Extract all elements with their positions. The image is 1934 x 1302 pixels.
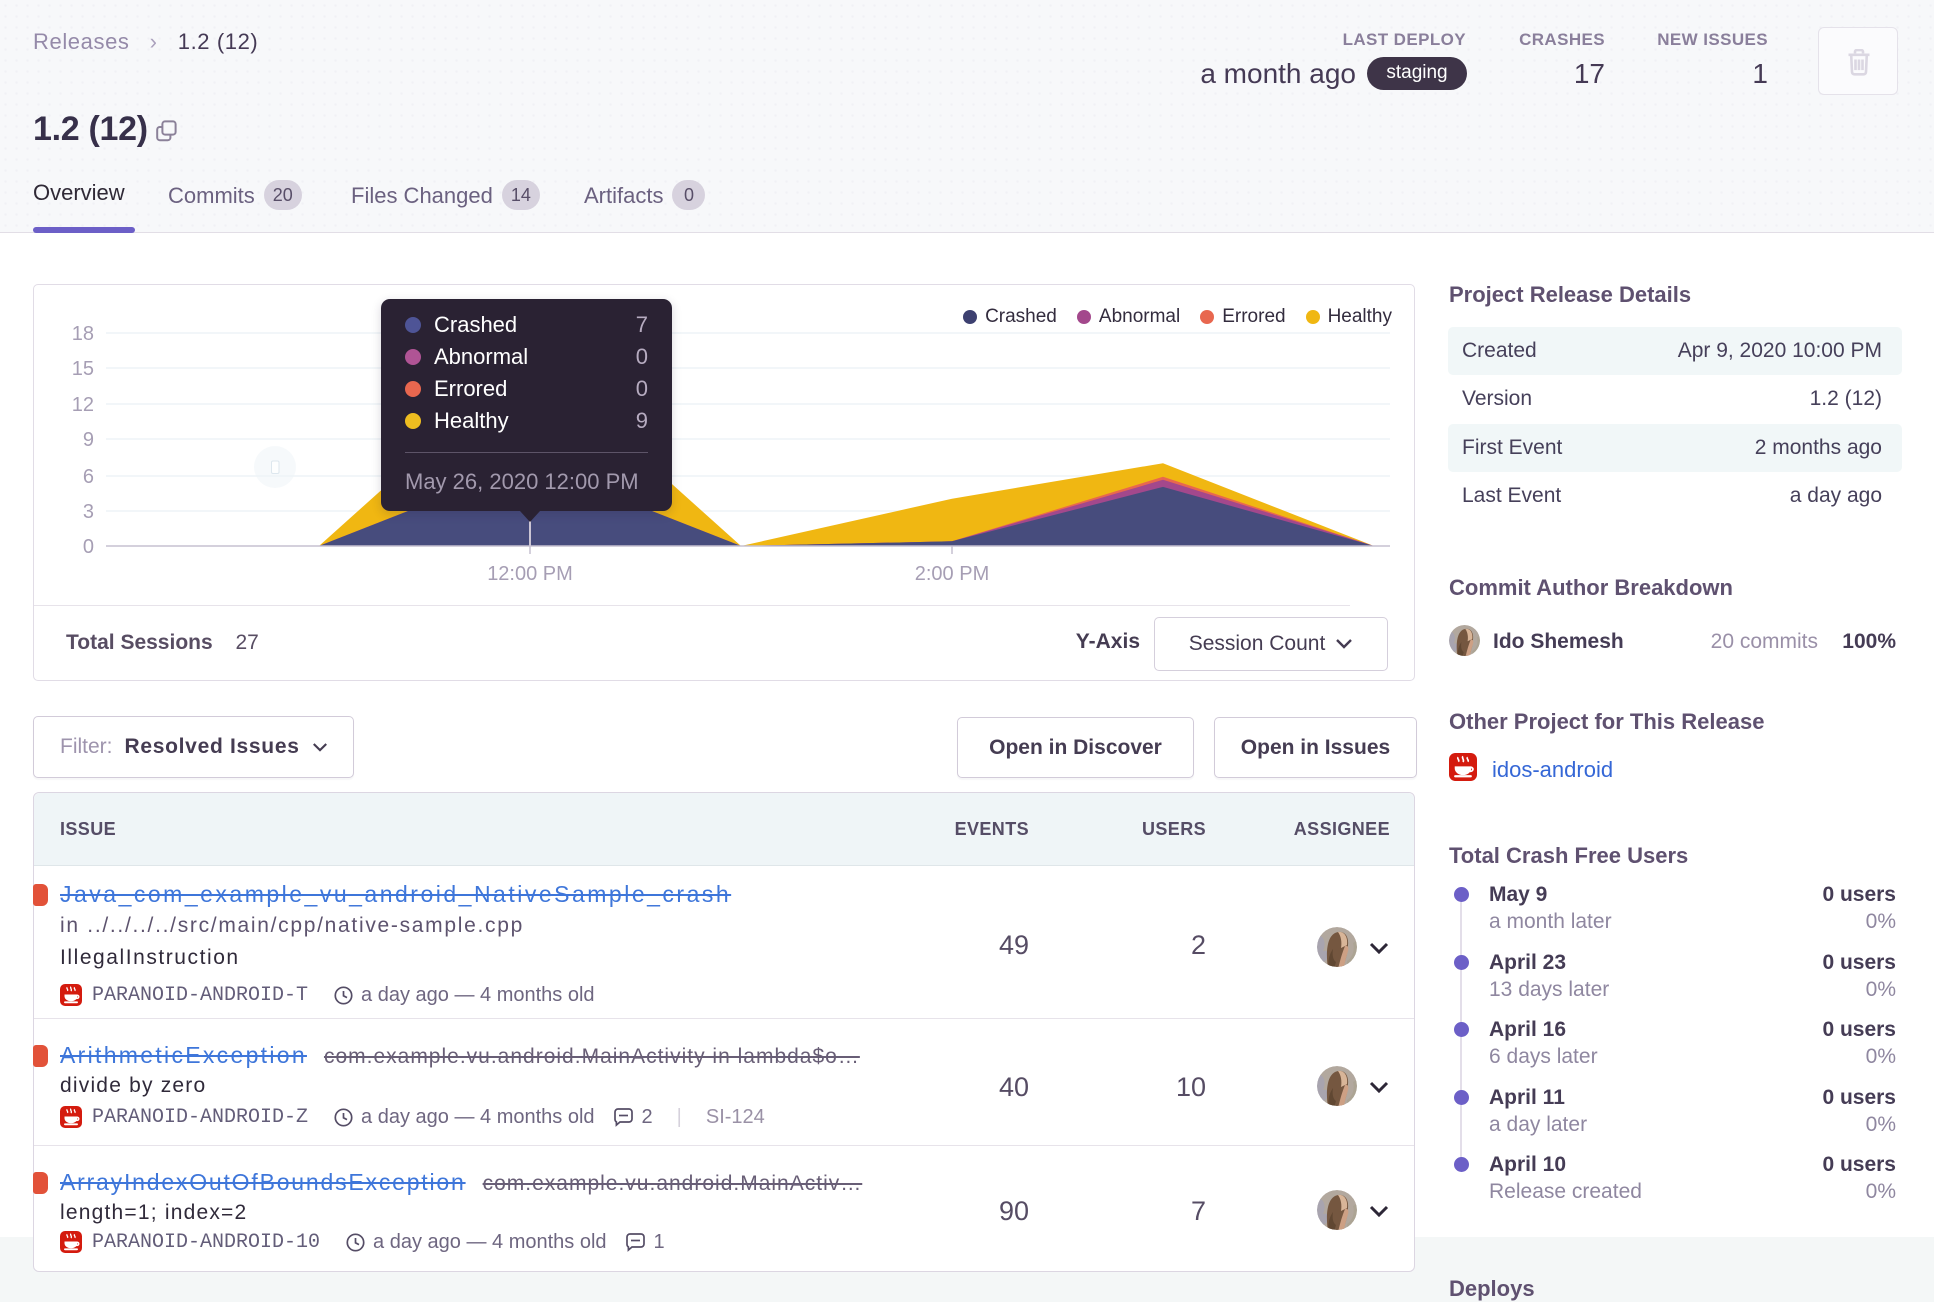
svg-text:0: 0 xyxy=(83,536,94,558)
svg-text:6: 6 xyxy=(83,466,94,488)
svg-text:2:00 PM: 2:00 PM xyxy=(915,563,989,585)
svg-text:18: 18 xyxy=(72,323,94,345)
svg-text:12:00 PM: 12:00 PM xyxy=(487,563,573,585)
svg-text:15: 15 xyxy=(72,358,94,380)
svg-text:9: 9 xyxy=(83,429,94,451)
svg-text:3: 3 xyxy=(83,501,94,523)
svg-text:12: 12 xyxy=(72,394,94,416)
